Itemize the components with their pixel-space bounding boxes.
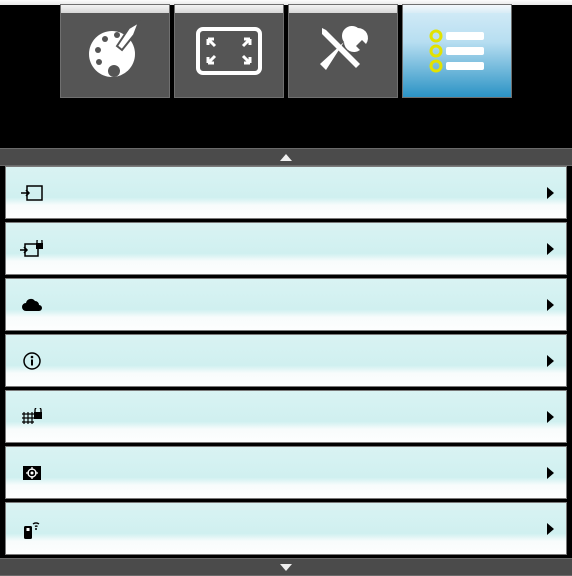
- chevron-right-icon: [547, 467, 554, 479]
- menu-item-cloud[interactable]: [5, 278, 567, 331]
- grid-lock-icon: [18, 408, 46, 426]
- scroll-down[interactable]: [0, 558, 572, 576]
- input-icon: [18, 185, 46, 201]
- tab-color[interactable]: [60, 4, 170, 98]
- scroll-up[interactable]: [0, 148, 572, 166]
- wireless-plug-icon: [18, 518, 46, 540]
- list-icon: [428, 28, 486, 74]
- menu-item-input[interactable]: [5, 166, 567, 219]
- chevron-right-icon: [547, 411, 554, 423]
- cloud-icon: [18, 297, 46, 313]
- title-area: [0, 98, 572, 148]
- input-lock-icon: [18, 240, 46, 258]
- chevron-right-icon: [547, 523, 554, 535]
- menu-item-input-lock[interactable]: [5, 222, 567, 275]
- tab-tools[interactable]: [288, 4, 398, 98]
- arrow-down-icon: [280, 564, 292, 571]
- arrow-up-icon: [280, 154, 292, 161]
- chevron-right-icon: [547, 355, 554, 367]
- chevron-right-icon: [547, 243, 554, 255]
- tools-icon: [314, 22, 372, 80]
- info-icon: [18, 352, 46, 370]
- chevron-right-icon: [547, 299, 554, 311]
- menu-item-target[interactable]: [5, 446, 567, 499]
- menu-list: [0, 166, 572, 555]
- palette-icon: [84, 20, 146, 82]
- tab-display[interactable]: [174, 4, 284, 98]
- resize-icon: [196, 27, 262, 75]
- target-icon: [18, 465, 46, 481]
- menu-item-grid-lock[interactable]: [5, 390, 567, 443]
- chevron-right-icon: [547, 187, 554, 199]
- menu-item-wireless[interactable]: [5, 502, 567, 555]
- menu-item-info[interactable]: [5, 334, 567, 387]
- tab-menu[interactable]: [402, 4, 512, 98]
- tab-bar: [0, 0, 572, 98]
